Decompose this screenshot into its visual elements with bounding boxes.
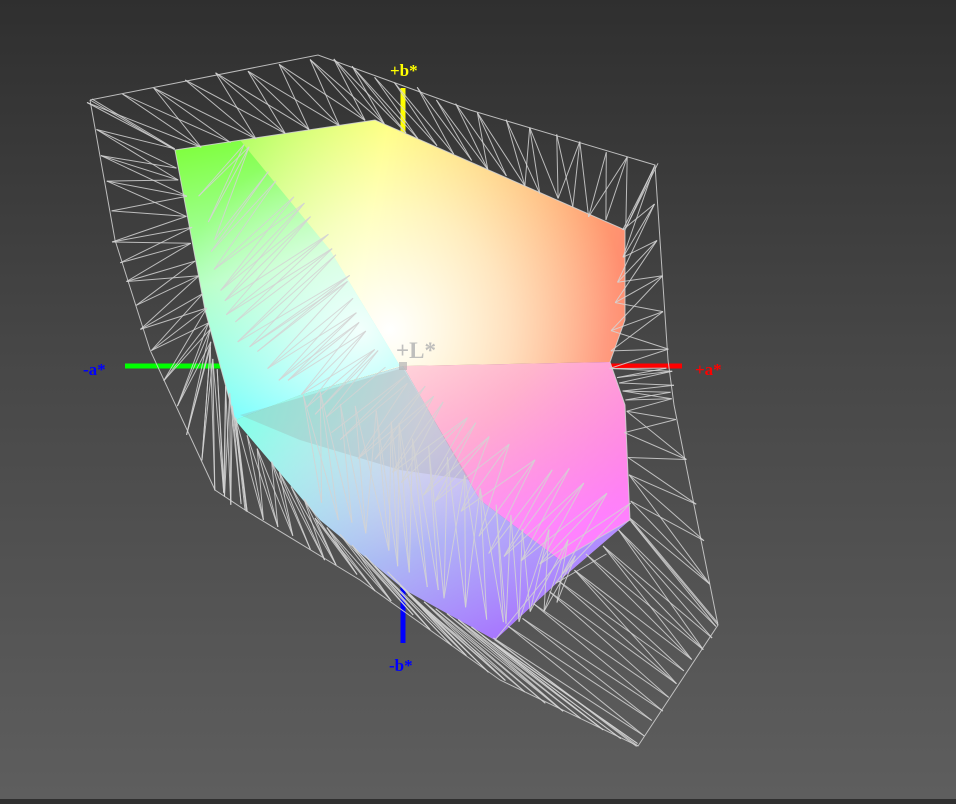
wireframe-edge [112, 242, 191, 243]
wireframe-edge [164, 323, 209, 381]
wireframe-edge [530, 128, 558, 199]
wireframe-edge [632, 522, 716, 626]
wireframe-edge [623, 167, 655, 230]
wireframe-edge [112, 227, 192, 242]
wireframe-edge [623, 385, 674, 391]
wireframe-edge [627, 399, 672, 411]
wireframe-edge [506, 120, 525, 186]
wireframe-edge [611, 331, 668, 350]
wireframe-edge [477, 113, 506, 176]
wireframe-edge [471, 627, 620, 739]
wireframe-edge [619, 371, 672, 383]
wireframe-edge [126, 243, 190, 281]
gamut-canvas: +b* -b* -a* +a* +L* [0, 0, 956, 799]
label-lightness: +L* [396, 338, 436, 363]
wireframe-edge [92, 99, 175, 149]
wireframe-edge [623, 204, 655, 230]
wireframe-edge [626, 163, 658, 228]
wireframe-edge [631, 501, 710, 584]
wireframe-edge [177, 342, 210, 406]
label-plus-b: +b* [390, 61, 418, 80]
origin-marker [399, 362, 407, 370]
wireframe-edge [557, 134, 558, 198]
wireframe-edge [101, 156, 177, 169]
wireframe-edge [629, 475, 696, 505]
wireframe-edge [107, 181, 187, 196]
wireframe-edge [107, 180, 178, 181]
wireframe-edge [151, 294, 203, 351]
wireframe-edge [534, 604, 663, 712]
wireframe-edge [185, 80, 285, 133]
wireframe-edge [120, 227, 192, 262]
wireframe-edge [559, 581, 677, 684]
wireframe-edge [112, 216, 186, 242]
wireframe-edge [248, 71, 309, 129]
wireframe-edge [151, 308, 207, 351]
wireframe-edge [447, 614, 581, 719]
wireframe-edge [136, 261, 195, 305]
wireframe-edge [624, 433, 686, 460]
wireframe-edge [618, 530, 703, 650]
wireframe-edge [630, 518, 710, 584]
wireframe-edge [619, 383, 674, 385]
wireframe-edge [120, 243, 191, 262]
wireframe-edge [627, 411, 687, 459]
wireframe-edge [627, 411, 676, 419]
label-plus-a: +a* [695, 360, 722, 379]
wireframe-edge [334, 59, 365, 120]
wireframe-edge [589, 157, 628, 217]
label-minus-a: -a* [83, 360, 106, 379]
wireframe-edge [626, 157, 627, 228]
wireframe-edge [112, 196, 187, 211]
wireframe-edge [97, 130, 177, 169]
wireframe-edge [493, 638, 644, 736]
wireframe-edge [611, 349, 669, 351]
gamut-diagram: +b* -b* -a* +a* +L* [0, 0, 956, 799]
wireframe-edge [482, 635, 637, 743]
wireframe-edge [101, 156, 178, 180]
wireframe-edge [154, 88, 231, 143]
wireframe-edge [628, 458, 686, 460]
wireframe-edge [525, 128, 530, 186]
wireframe-edge [87, 103, 174, 149]
wireframe-edge [248, 71, 285, 133]
gamut-solid [175, 120, 630, 640]
wireframe-edge [589, 152, 607, 217]
wireframe-edge [606, 157, 627, 220]
label-minus-b: -b* [389, 656, 413, 675]
wireframe-edge [580, 142, 589, 217]
wireframe-edge [101, 156, 187, 197]
wireframe-edge [310, 60, 339, 126]
